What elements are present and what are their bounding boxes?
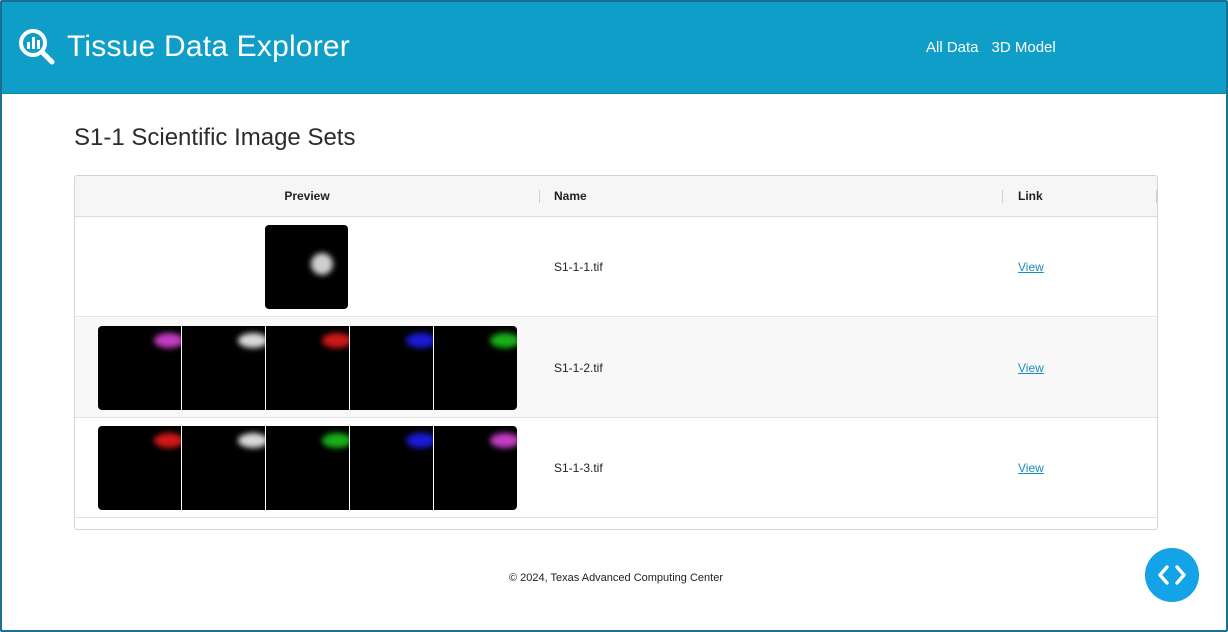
signal-blob	[490, 433, 517, 448]
magnifier-chart-icon	[19, 29, 55, 65]
main-nav: All Data 3D Model	[926, 38, 1069, 58]
image-sets-table: Preview Name Link S1-1-1.tif View S1-1-2…	[74, 175, 1158, 530]
signal-blob	[406, 333, 433, 348]
column-header-preview[interactable]: Preview	[75, 176, 539, 217]
preview-thumbnail	[350, 326, 433, 410]
signal-blob	[238, 433, 265, 448]
view-link[interactable]: View	[1018, 217, 1044, 317]
preview-thumbnail	[266, 426, 349, 510]
preview-thumbnails	[98, 326, 517, 410]
preview-thumbnail	[350, 426, 433, 510]
app-title[interactable]: Tissue Data Explorer	[67, 29, 350, 65]
signal-blob	[154, 433, 181, 448]
signal-blob	[311, 253, 333, 275]
signal-blob	[238, 333, 265, 348]
nav-3d-model[interactable]: 3D Model	[992, 38, 1056, 58]
file-name: S1-1-1.tif	[554, 260, 603, 274]
code-brackets-icon	[1158, 565, 1186, 585]
signal-blob	[322, 333, 349, 348]
signal-blob	[406, 433, 433, 448]
preview-thumbnail	[434, 426, 517, 510]
nav-all-data[interactable]: All Data	[926, 38, 979, 58]
view-link[interactable]: View	[1018, 318, 1044, 418]
table-header: Preview Name Link	[75, 176, 1157, 217]
preview-thumbnail	[434, 326, 517, 410]
column-divider	[1156, 190, 1157, 203]
column-divider	[1002, 190, 1003, 203]
preview-thumbnail	[98, 326, 181, 410]
page-title: S1-1 Scientific Image Sets	[74, 124, 356, 151]
column-header-link[interactable]: Link	[1018, 176, 1043, 217]
table-row: S1-1-1.tif View	[75, 217, 1157, 317]
file-name: S1-1-2.tif	[554, 361, 603, 375]
code-toggle-button[interactable]	[1145, 548, 1199, 602]
footer-copyright: © 2024, Texas Advanced Computing Center	[509, 572, 723, 584]
preview-thumbnail	[182, 426, 265, 510]
file-name: S1-1-3.tif	[554, 461, 603, 475]
table-row: S1-1-2.tif View	[75, 318, 1157, 418]
preview-thumbnails	[265, 225, 348, 309]
table-row: S1-1-3.tif View	[75, 418, 1157, 518]
column-divider	[539, 190, 540, 203]
preview-thumbnail	[266, 326, 349, 410]
preview-thumbnail	[265, 225, 348, 309]
view-link[interactable]: View	[1018, 418, 1044, 518]
signal-blob	[490, 333, 517, 348]
signal-blob	[322, 433, 349, 448]
signal-blob	[154, 333, 181, 348]
top-navbar: Tissue Data Explorer All Data 3D Model	[2, 2, 1226, 94]
brand[interactable]: Tissue Data Explorer	[18, 28, 350, 66]
preview-thumbnail	[98, 426, 181, 510]
column-header-name[interactable]: Name	[554, 176, 587, 217]
preview-thumbnail	[182, 326, 265, 410]
app-window: Tissue Data Explorer All Data 3D Model S…	[0, 0, 1228, 632]
preview-thumbnails	[98, 426, 517, 510]
